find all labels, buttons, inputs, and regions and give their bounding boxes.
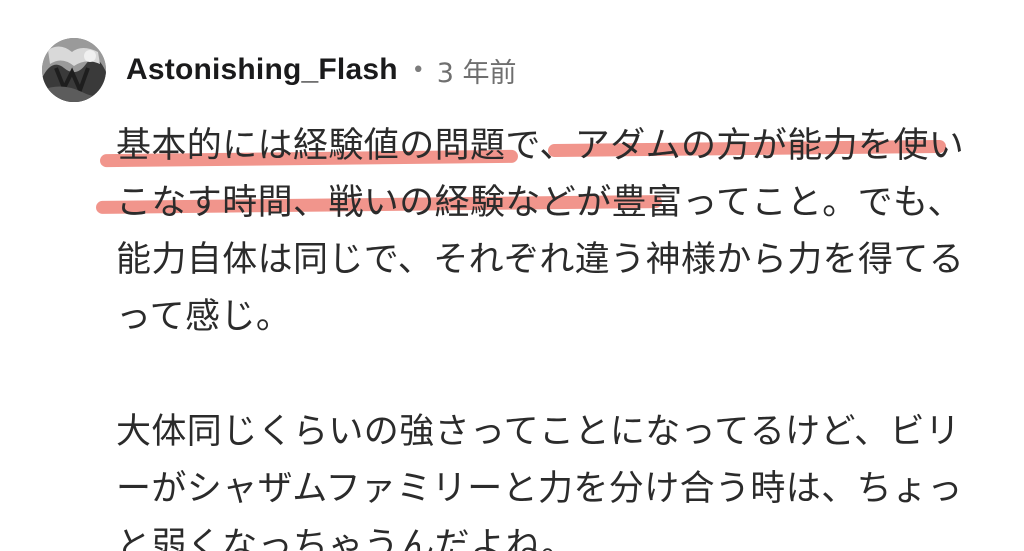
comment-line: 能力自体は同じで、それぞれ違う神様から力を得てる	[116, 240, 965, 280]
avatar[interactable]	[42, 38, 106, 102]
comment-line: って感じ。	[116, 297, 292, 337]
meta-separator: •	[411, 57, 425, 83]
timestamp[interactable]: 3 年前	[437, 51, 517, 90]
comment-line: 基本的には経験値の問題で、アダムの方が能力を使い	[116, 126, 965, 166]
comment-line: こなす時間、戦いの経験などが豊富ってこと。でも、	[116, 183, 963, 223]
comment-line: 大体同じくらいの強さってことになってるけど、ビリ	[116, 412, 961, 452]
username-link[interactable]: Astonishing_Flash	[126, 53, 398, 87]
comment-header: Astonishing_Flash • 3 年前	[126, 48, 517, 92]
avatar-image-icon	[42, 38, 106, 102]
comment-line: と弱くなっちゃうんだよね。	[116, 526, 577, 551]
comment-line: ーがシャザムファミリーと力を分け合う時は、ちょっ	[116, 469, 963, 509]
comment-body: 基本的には経験値の問題で、アダムの方が能力を使い こなす時間、戦いの経験などが豊…	[116, 118, 996, 551]
